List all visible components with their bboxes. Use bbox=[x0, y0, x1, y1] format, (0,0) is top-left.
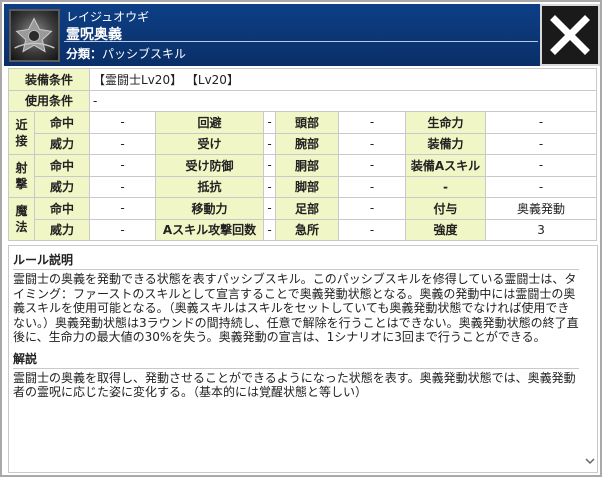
skill-description-panel[interactable]: ルール説明 霊闘士の奥義を発動できる状態を表すパッシブスキル。このパッシブスキル… bbox=[8, 245, 598, 473]
stats-row: 近接 命中 - 回避 - 頭部 - 生命力 - bbox=[8, 111, 598, 155]
magic-power-label: 威力 bbox=[33, 218, 91, 241]
equip-condition-value: 【霊闘士Lv20】 【Lv20】 bbox=[89, 68, 598, 91]
blank-stat-label: - bbox=[405, 175, 487, 198]
ranged-power-value: - bbox=[89, 175, 157, 198]
skill-stats-table: 装備条件 【霊闘士Lv20】 【Lv20】 使用条件 - 近接 命中 - 回避 … bbox=[7, 68, 598, 241]
askill-attacks-label: Aスキル攻撃回数 bbox=[155, 218, 265, 241]
blank-stat-value: - bbox=[485, 175, 598, 198]
movement-value: - bbox=[263, 197, 277, 220]
guard-value: - bbox=[263, 154, 277, 177]
guard-label: 受け防御 bbox=[155, 154, 265, 177]
hp-label: 生命力 bbox=[405, 111, 487, 134]
melee-power-value: - bbox=[89, 132, 157, 155]
equip-condition-label: 装備条件 bbox=[7, 68, 91, 91]
section-melee: 近接 bbox=[8, 111, 35, 155]
leg-label: 脚部 bbox=[275, 175, 340, 198]
torso-label: 胴部 bbox=[275, 154, 340, 177]
rules-title: ルール説明 bbox=[13, 253, 74, 267]
melee-hit-label: 命中 bbox=[33, 111, 91, 134]
section-ranged: 射撃 bbox=[8, 154, 35, 198]
category-label: 分類： bbox=[66, 47, 103, 61]
evasion-label: 回避 bbox=[155, 111, 265, 134]
explanation-title: 解説 bbox=[13, 351, 38, 366]
use-condition-label: 使用条件 bbox=[7, 89, 91, 112]
magic-power-value: - bbox=[89, 218, 157, 241]
grant-label: 付与 bbox=[405, 197, 487, 220]
equip-askill-label: 装備Aスキル bbox=[405, 154, 487, 177]
foot-label: 足部 bbox=[275, 197, 340, 220]
equip-askill-value: - bbox=[485, 154, 598, 177]
rules-divider bbox=[13, 269, 579, 270]
explanation-text: 霊闘士の奥義を取得し、発動させることができるようになった状態を表す。奥義発動状態… bbox=[13, 370, 576, 400]
head-label: 頭部 bbox=[275, 111, 340, 134]
close-icon bbox=[550, 15, 590, 55]
resist-value: - bbox=[263, 175, 277, 198]
grant-value: 奥義発動 bbox=[485, 197, 598, 220]
vital-label: 急所 bbox=[275, 218, 340, 241]
explanation-divider bbox=[13, 367, 579, 369]
category-value: パッシブスキル bbox=[102, 47, 187, 61]
ranged-hit-value: - bbox=[89, 154, 157, 177]
resist-label: 抵抗 bbox=[155, 175, 265, 198]
ranged-hit-label: 命中 bbox=[33, 154, 91, 177]
vital-value: - bbox=[338, 218, 407, 241]
skill-category: 分類：パッシブスキル bbox=[66, 45, 186, 62]
arm-label: 腕部 bbox=[275, 132, 340, 155]
ranged-power-label: 威力 bbox=[33, 175, 91, 198]
skill-ruby: レイジュオウギ bbox=[66, 10, 150, 24]
magic-hit-value: - bbox=[89, 197, 157, 220]
head-value: - bbox=[338, 111, 407, 134]
melee-power-label: 威力 bbox=[33, 132, 91, 155]
evasion-value: - bbox=[263, 111, 277, 134]
skill-detail-window: レイジュオウギ 霊呪奥義 分類：パッシブスキル 装備条件 【霊闘士Lv20】 【… bbox=[0, 0, 602, 477]
receive-label: 受け bbox=[155, 132, 265, 155]
receive-value: - bbox=[263, 132, 277, 155]
chevron-down-icon bbox=[585, 458, 595, 465]
strength-value: 3 bbox=[485, 218, 598, 241]
rules-text: 霊闘士の奥義を発動できる状態を表すパッシブスキル。このパッシブスキルを修得してい… bbox=[13, 272, 579, 344]
equip-condition-row: 装備条件 【霊闘士Lv20】 【Lv20】 bbox=[7, 68, 598, 91]
skill-emblem-icon bbox=[9, 9, 60, 62]
strength-label: 強度 bbox=[405, 218, 487, 241]
stats-row: 射撃 命中 - 受け防御 - 胴部 - 装備Aスキル - bbox=[8, 154, 598, 198]
stats-row: 威力 - Aスキル攻撃回数 - 急所 - 強度 3 bbox=[9, 218, 598, 241]
magic-hit-label: 命中 bbox=[33, 197, 91, 220]
skill-header: レイジュオウギ 霊呪奥義 分類：パッシブスキル bbox=[4, 4, 600, 66]
leg-value: - bbox=[338, 175, 407, 198]
melee-hit-value: - bbox=[89, 111, 157, 134]
scroll-down-button[interactable] bbox=[584, 454, 596, 468]
stats-row: 威力 - 抵抗 - 脚部 - - - bbox=[9, 175, 598, 198]
hp-value: - bbox=[485, 111, 598, 134]
use-condition-row: 使用条件 - bbox=[7, 89, 598, 112]
movement-label: 移動力 bbox=[155, 197, 265, 220]
description-content: ルール説明 霊闘士の奥義を発動できる状態を表すパッシブスキル。このパッシブスキル… bbox=[9, 246, 583, 472]
askill-attacks-value: - bbox=[263, 218, 277, 241]
arm-value: - bbox=[338, 132, 407, 155]
stats-row: 威力 - 受け - 腕部 - 装備力 - bbox=[9, 132, 598, 155]
foot-value: - bbox=[338, 197, 407, 220]
torso-value: - bbox=[338, 154, 407, 177]
stats-row: 魔法 命中 - 移動力 - 足部 - 付与 奥義発動 bbox=[8, 197, 598, 241]
use-condition-value: - bbox=[89, 89, 598, 112]
equip-power-label: 装備力 bbox=[405, 132, 487, 155]
section-magic: 魔法 bbox=[8, 197, 35, 241]
title-divider bbox=[64, 41, 538, 42]
close-button[interactable] bbox=[540, 4, 600, 66]
equip-power-value: - bbox=[485, 132, 598, 155]
